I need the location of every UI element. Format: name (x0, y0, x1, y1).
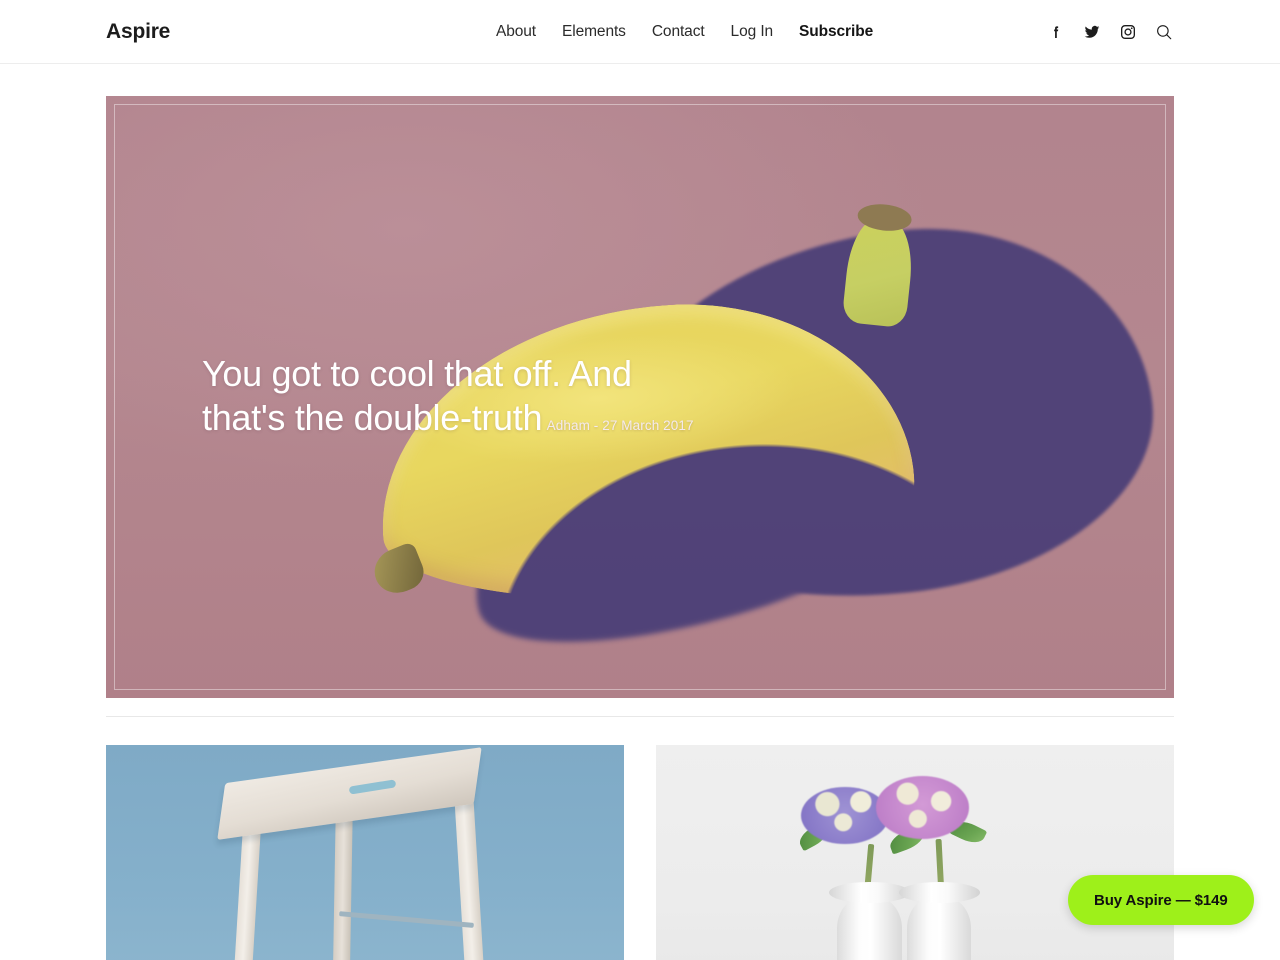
post-card-stool[interactable] (106, 745, 624, 960)
nav-item-contact[interactable]: Contact (639, 21, 718, 43)
vase-left (828, 882, 911, 960)
instagram-icon[interactable] (1118, 21, 1138, 43)
nav-item-about[interactable]: About (496, 21, 549, 43)
main-navigation: About Elements Contact Log In Subscribe (496, 21, 886, 43)
hydrangea-bloom-purple (801, 786, 890, 844)
hydrangea-bloom-pink (876, 776, 970, 839)
post-card-grid (106, 745, 1174, 960)
section-divider (106, 716, 1174, 717)
stool-rung (339, 910, 474, 928)
header-actions (1046, 21, 1174, 43)
stool-leg-right (454, 801, 486, 960)
post-card-vases[interactable] (656, 745, 1174, 960)
stool-image (106, 745, 624, 960)
buy-aspire-button[interactable]: Buy Aspire — $149 (1068, 875, 1254, 925)
nav-item-elements[interactable]: Elements (549, 21, 639, 43)
hero-caption: You got to cool that off. And that's the… (202, 352, 722, 440)
twitter-icon[interactable] (1082, 21, 1102, 43)
hero-featured-post[interactable]: You got to cool that off. And that's the… (106, 96, 1174, 698)
vase-right (898, 882, 981, 960)
nav-item-log-in[interactable]: Log In (718, 21, 787, 43)
stool-leg-middle (332, 812, 353, 960)
nav-item-subscribe[interactable]: Subscribe (786, 21, 886, 43)
search-icon[interactable] (1154, 21, 1174, 43)
banana-stem-shape (841, 216, 917, 329)
facebook-icon[interactable] (1046, 21, 1066, 43)
hero-byline: Adham - 27 March 2017 (546, 418, 694, 433)
banana-illustration (368, 216, 922, 620)
banana-body-shape (368, 288, 922, 620)
site-header: Aspire About Elements Contact Log In Sub… (0, 0, 1280, 64)
brand-logo[interactable]: Aspire (106, 20, 170, 44)
vases-image (656, 745, 1174, 960)
